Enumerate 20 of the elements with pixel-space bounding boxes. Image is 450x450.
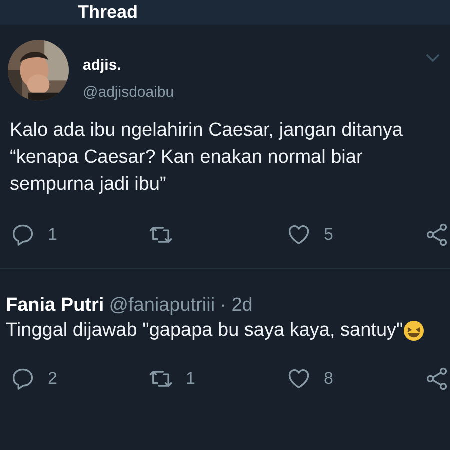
share-button[interactable] [424, 222, 450, 248]
reply-author-handle: @faniaputriii [109, 295, 216, 317]
reply-icon [10, 366, 36, 392]
reply-author-name: Fania Putri [6, 295, 104, 317]
laughing-emoji-icon [403, 320, 426, 342]
page-title: Thread [78, 2, 138, 22]
share-icon [424, 366, 450, 392]
reply-text: Tinggal dijawab "gapapa bu saya kaya, santuy" [6, 320, 404, 342]
reply-button[interactable]: 1 [10, 222, 148, 248]
share-button[interactable] [424, 366, 450, 392]
reply-time: · 2d [220, 295, 253, 317]
like-button[interactable]: 8 [286, 366, 424, 392]
like-button[interactable]: 5 [286, 222, 424, 248]
share-icon [424, 222, 450, 248]
reply-button[interactable]: 2 [10, 366, 148, 392]
reply-icon [10, 222, 36, 248]
retweet-button[interactable]: 1 [148, 366, 286, 392]
tweet-text: Kalo ada ibu ngelahirin Caesar, jangan ditanya “kenapa Caesar? Kan enakan normal biar sempurna jadi ibu” [9, 119, 404, 197]
author-handle: @adjisdoaibu [83, 84, 176, 101]
author-name: adjis. [83, 57, 122, 74]
